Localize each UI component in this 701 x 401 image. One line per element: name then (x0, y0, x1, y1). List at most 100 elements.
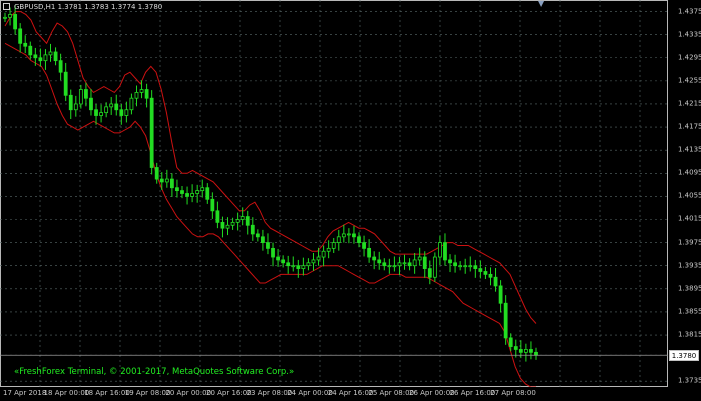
candle-body (84, 89, 88, 99)
time-tick-label: 24 Apr 16:00 (327, 389, 374, 397)
candle-body (250, 224, 255, 235)
price-tick-label: 1.3815 (678, 330, 701, 339)
candle-body (458, 265, 463, 268)
candle-body (503, 302, 508, 339)
candle-body (523, 349, 528, 353)
candle-body (508, 337, 513, 347)
candle-body (392, 265, 397, 268)
price-axis[interactable]: 1.4375 1.4335 1.4295 1.4255 1.4215 1.4175 1.41… (669, 0, 701, 387)
candle-body (438, 242, 442, 258)
candle-body (195, 190, 200, 194)
candle-body (362, 242, 366, 249)
candle-body (417, 256, 422, 261)
candle-body (225, 224, 230, 229)
candle-body (185, 193, 189, 197)
candle-body (488, 273, 493, 278)
candle-body (149, 97, 154, 168)
candle-body (235, 219, 240, 223)
candle-body (114, 103, 119, 111)
candle-body (169, 178, 174, 189)
candle-body (357, 236, 361, 243)
candle-body (443, 242, 447, 261)
candle-body (261, 236, 265, 243)
symbol-menu-icon[interactable] (3, 3, 10, 10)
candle-body (78, 89, 83, 105)
candle-body (316, 256, 321, 261)
candle-body (245, 216, 250, 226)
price-tick-label: 1.3935 (678, 261, 701, 270)
candle-body (94, 109, 98, 116)
candle-body (53, 51, 58, 62)
chart-shift-arrow-icon[interactable]: ▼ (538, 0, 544, 8)
candle-body (48, 51, 53, 56)
candle-body (230, 221, 235, 226)
price-tick-label: 1.4255 (678, 76, 701, 85)
price-tick-label: 1.4015 (678, 214, 701, 223)
candle-body (463, 265, 468, 268)
candle-body (190, 193, 195, 197)
price-tick-label: 1.4375 (678, 7, 701, 16)
candle-body (367, 247, 372, 258)
time-tick-label: 20 Apr 00:00 (165, 389, 212, 397)
price-tick-label: 1.4135 (678, 145, 701, 154)
candle-body (18, 28, 23, 44)
price-tick-label: 1.4095 (678, 168, 701, 177)
price-tick-label: 1.3895 (678, 284, 701, 293)
candle-body (498, 285, 503, 304)
candle-body (210, 198, 215, 212)
candle-body (276, 256, 280, 261)
candle-body (164, 178, 169, 183)
candle-body (483, 271, 488, 275)
candle-body (422, 256, 427, 269)
candle-body (453, 262, 457, 267)
candle-body (513, 346, 518, 350)
candle-body (104, 106, 109, 114)
candle-body (271, 247, 275, 258)
candle-body (159, 178, 164, 183)
candle-body (331, 242, 336, 249)
candle-body (129, 97, 134, 111)
candle-body (89, 97, 93, 111)
candle-body (346, 233, 351, 236)
candle-body (43, 54, 48, 62)
time-tick-label: 18 Apr 00:00 (43, 389, 90, 397)
candle-body (336, 236, 341, 243)
candle-body (215, 210, 220, 223)
candle-body (518, 349, 523, 353)
copyright-text: «FreshForex Terminal, © 2001-2017, MetaQ… (14, 367, 295, 377)
price-tick-label: 1.3975 (678, 238, 701, 247)
candle-body (311, 259, 316, 264)
chart-window[interactable]: GBPUSD,H1 1.3781 1.3783 1.3774 1.3780 ▼ … (0, 0, 701, 401)
current-price-label: 1.3780 (669, 350, 699, 362)
time-tick-label: 17 Apr 2018 (3, 389, 47, 397)
time-axis[interactable]: 17 Apr 2018 18 Apr 00:00 18 Apr 16:00 19 Ap… (0, 387, 668, 401)
candle-body (306, 262, 311, 267)
candle-body (534, 351, 538, 356)
candle-body (301, 265, 306, 269)
time-tick-label: 25 Apr 08:00 (368, 389, 415, 397)
candle-body (240, 216, 245, 220)
candle-body (372, 256, 377, 261)
price-tick-label: 1.4335 (678, 30, 701, 39)
candle-body (341, 233, 346, 238)
price-chart[interactable] (0, 0, 668, 387)
candle-body (13, 14, 18, 30)
candle-body (266, 242, 270, 249)
candle-body (38, 57, 43, 62)
candle-body (180, 190, 184, 194)
candle-body (529, 349, 533, 353)
candle-body (58, 60, 63, 73)
candle-body (407, 262, 412, 267)
candle-body (326, 247, 331, 252)
price-tick-label: 1.4175 (678, 122, 701, 131)
candle-body (200, 187, 205, 192)
candle-body (175, 187, 179, 192)
candle-body (134, 92, 139, 99)
candle-body (99, 112, 103, 116)
candle-body (255, 233, 260, 238)
candle-body (281, 259, 286, 264)
price-tick-label: 1.3735 (678, 376, 701, 385)
candle-body (412, 259, 417, 267)
candle-body (402, 262, 407, 265)
candle-body (468, 265, 473, 268)
